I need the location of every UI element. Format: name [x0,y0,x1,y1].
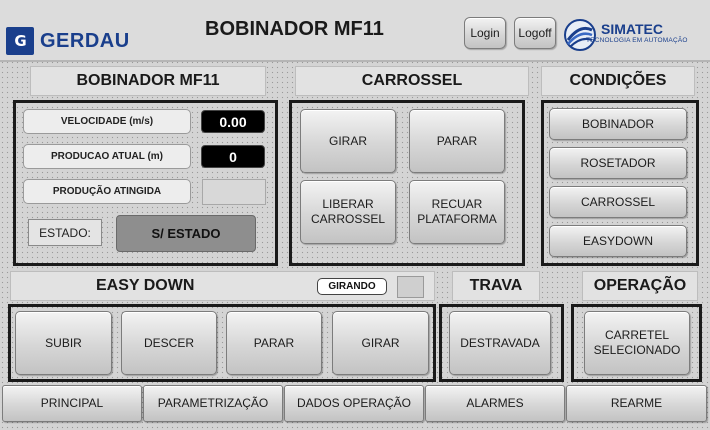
velocidade-value: 0.00 [201,110,265,133]
nav-rearme[interactable]: REARME [566,385,707,422]
estado-value-badge: S/ ESTADO [116,215,256,252]
carrossel-section-title: CARROSSEL [295,66,529,96]
easydown-status-indicator [397,276,424,298]
trava-section-title: TRAVA [452,271,540,301]
easydown-girar-button[interactable]: GIRAR [332,311,429,375]
simatec-logo-icon [564,19,596,51]
gerdau-logo-icon: G [6,27,34,55]
condicao-rosetador-button[interactable]: ROSETADOR [549,147,687,179]
carretel-selecionado-button[interactable]: CARRETEL SELECIONADO [584,311,690,375]
gerdau-logo-text: GERDAU [40,30,130,52]
nav-dados-operacao[interactable]: DADOS OPERAÇÃO [284,385,424,422]
easydown-title-text: EASY DOWN [96,277,195,294]
bottom-nav: PRINCIPAL PARAMETRIZAÇÃO DADOS OPERAÇÃO … [0,385,710,430]
nav-parametrizacao[interactable]: PARAMETRIZAÇÃO [143,385,283,422]
simatec-brand-sub: TECNOLOGIA EM AUTOMAÇÃO [586,37,688,44]
bobinador-section-title: BOBINADOR MF11 [30,66,266,96]
condicao-bobinador-button[interactable]: BOBINADOR [549,108,687,140]
producao-atual-value: 0 [201,145,265,168]
producao-atingida-label: PRODUÇÃO ATINGIDA [23,179,191,204]
login-button[interactable]: Login [464,17,506,49]
easydown-descer-button[interactable]: DESCER [121,311,217,375]
condicoes-section-title: CONDIÇÕES [541,66,695,96]
condicao-carrossel-button[interactable]: CARROSSEL [549,186,687,218]
estado-label: ESTADO: [28,219,102,246]
gerdau-logo-mark: G [14,32,26,50]
producao-atual-label: PRODUCAO ATUAL (m) [23,144,191,169]
easydown-subir-button[interactable]: SUBIR [15,311,112,375]
carrossel-parar-button[interactable]: PARAR [409,109,505,173]
velocidade-label: VELOCIDADE (m/s) [23,109,191,134]
operacao-section-title: OPERAÇÃO [582,271,698,301]
easydown-status-badge: GIRANDO [317,278,387,295]
producao-atingida-indicator [202,179,266,205]
simatec-brand-name: SIMATEC [601,21,663,37]
recuar-plataforma-button[interactable]: RECUAR PLATAFORMA [409,180,505,244]
easydown-parar-button[interactable]: PARAR [226,311,322,375]
carrossel-girar-button[interactable]: GIRAR [300,109,396,173]
liberar-carrossel-button[interactable]: LIBERAR CARROSSEL [300,180,396,244]
condicao-easydown-button[interactable]: EASYDOWN [549,225,687,257]
nav-principal[interactable]: PRINCIPAL [2,385,142,422]
page-title: BOBINADOR MF11 [205,18,384,40]
nav-alarmes[interactable]: ALARMES [425,385,565,422]
destravada-button[interactable]: DESTRAVADA [449,311,551,375]
logoff-button[interactable]: Logoff [514,17,556,49]
